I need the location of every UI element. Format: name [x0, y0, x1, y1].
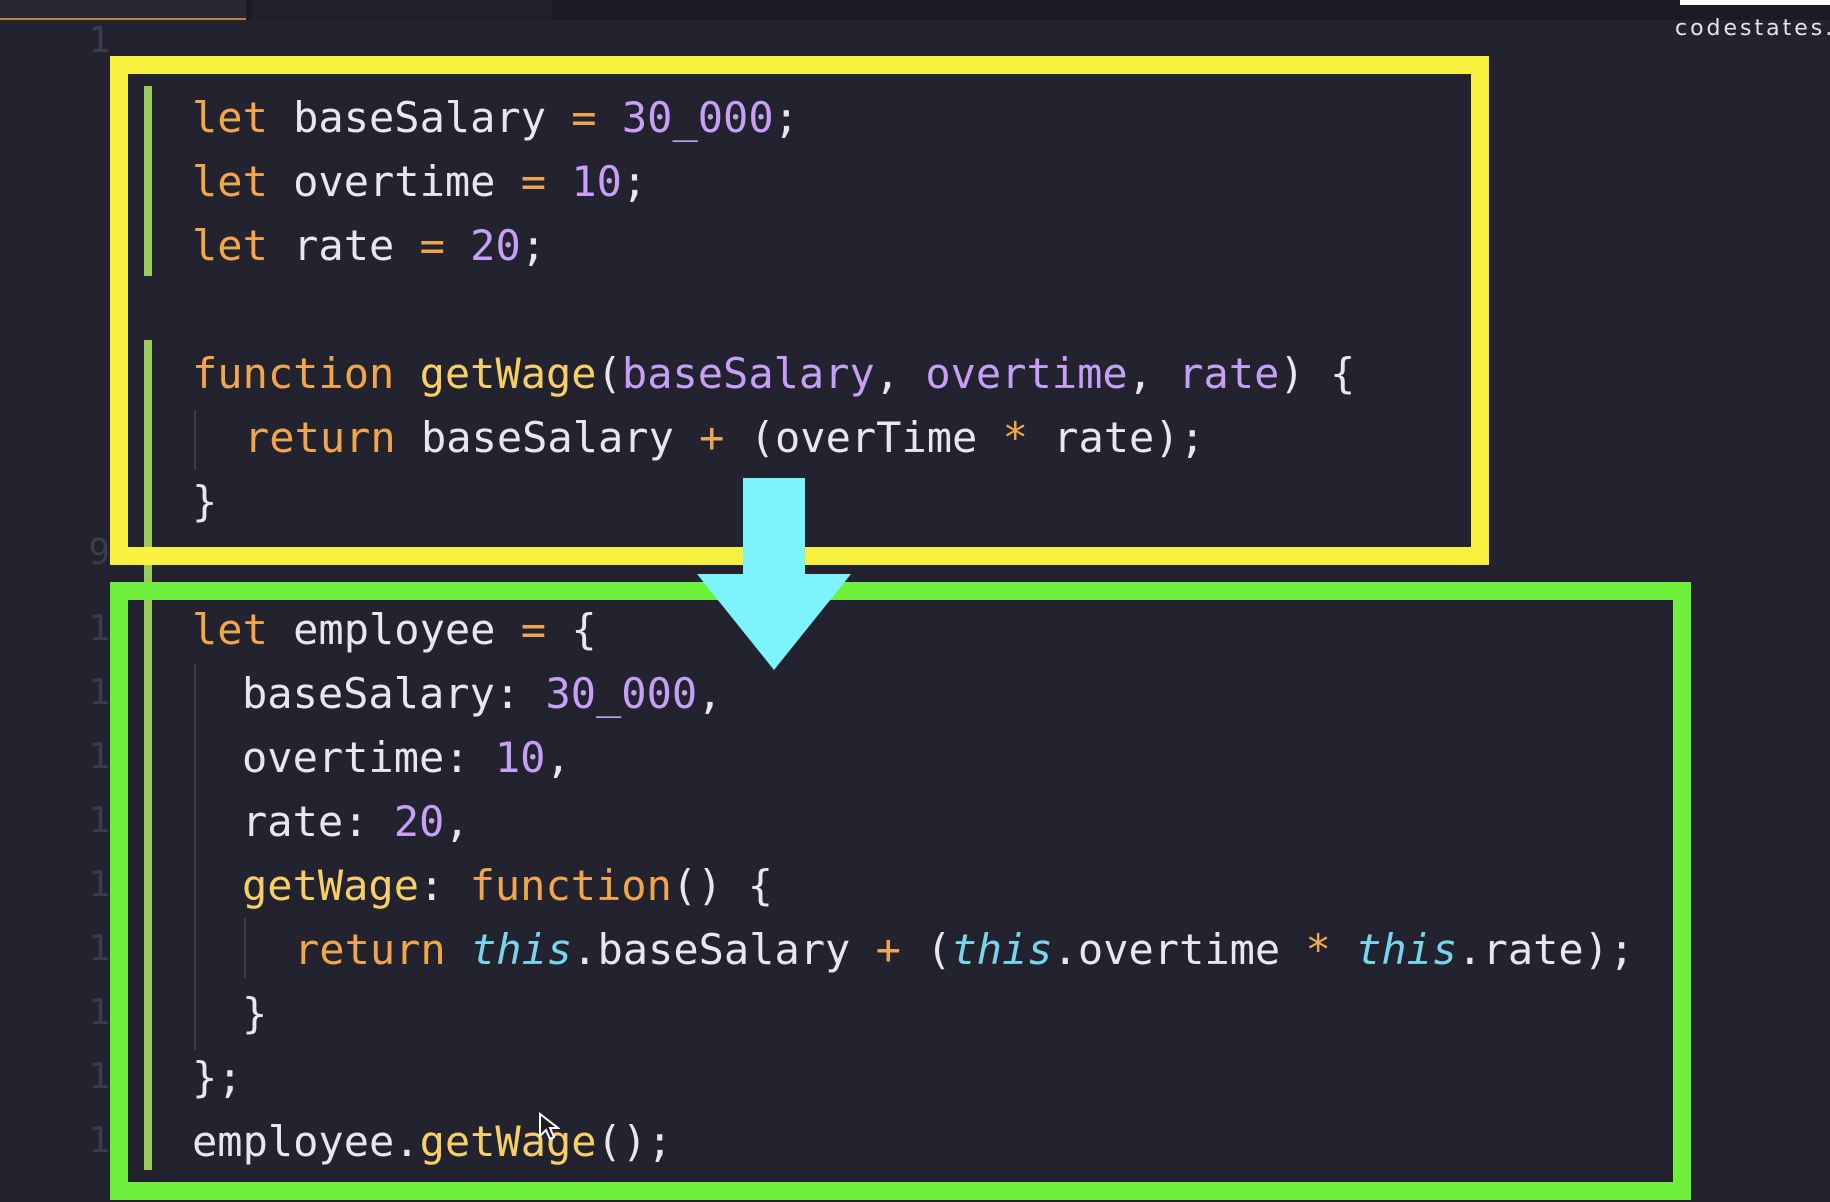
editor-tab-inactive[interactable] [252, 0, 552, 20]
line-number-gutter: 1 9 1 1 1 1 1 1 1 1 1 [80, 0, 110, 1202]
line-number: 1 [88, 800, 110, 841]
line-number: 1 [88, 992, 110, 1033]
line-number: 1 [88, 864, 110, 905]
line-number: 1 [88, 20, 110, 61]
watermark-bar [1680, 0, 1830, 5]
editor-tab-active[interactable] [0, 0, 246, 20]
line-number: 1 [88, 608, 110, 649]
highlight-box-bottom [110, 582, 1691, 1200]
mouse-cursor-icon [538, 1111, 561, 1146]
down-arrow-shaft [743, 478, 805, 578]
editor-tab-bar [0, 0, 1830, 20]
line-number: 1 [88, 736, 110, 777]
down-arrow-icon [697, 574, 851, 670]
line-number: 1 [88, 1056, 110, 1097]
line-number: 1 [88, 672, 110, 713]
codestates-watermark: codestates. [1675, 16, 1830, 41]
line-number: 9 [88, 532, 110, 573]
line-number: 1 [88, 1120, 110, 1161]
line-number: 1 [88, 928, 110, 969]
